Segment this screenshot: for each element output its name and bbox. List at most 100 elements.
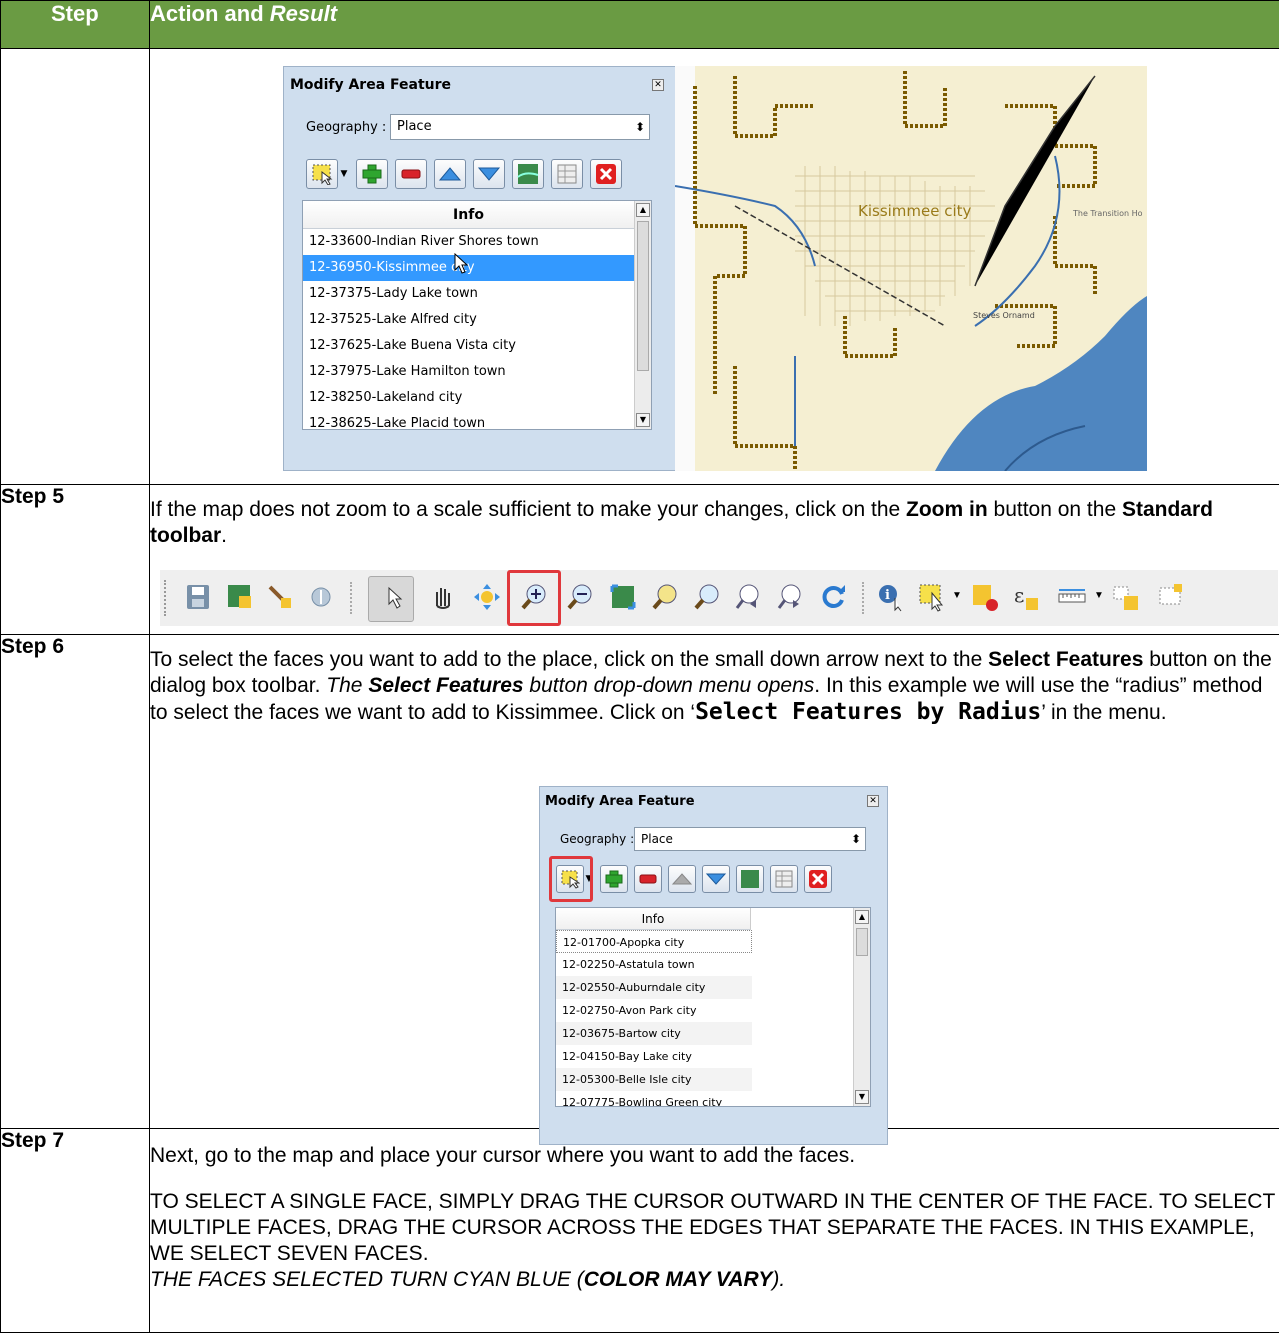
zoom-selection-icon[interactable]: [650, 582, 680, 612]
list-item[interactable]: 12-38625-Lake Placid town: [303, 411, 651, 429]
remove-button[interactable]: [395, 159, 427, 189]
select-dropdown-arrow[interactable]: ▼: [952, 590, 962, 601]
add-feature-icon[interactable]: [1112, 582, 1142, 612]
toolbar-separator: [862, 582, 864, 614]
map-zoom-button[interactable]: [736, 865, 764, 893]
scroll-thumb[interactable]: [856, 928, 868, 956]
measure-dropdown-arrow[interactable]: ▼: [1094, 590, 1104, 601]
toolbar-separator: [350, 582, 352, 614]
brush-icon[interactable]: [265, 582, 295, 612]
place-list[interactable]: Info 12-01700-Apopka city 12-02250-Astat…: [555, 907, 871, 1107]
remove-button[interactable]: [634, 865, 662, 893]
add-button[interactable]: [600, 865, 628, 893]
move-down-button[interactable]: [702, 865, 730, 893]
list-header-info: Info: [556, 908, 751, 930]
add-button[interactable]: [356, 159, 388, 189]
standard-toolbar: i ▼ ε ▼: [160, 570, 1278, 626]
geography-label: Geography :: [306, 120, 387, 135]
list-scrollbar[interactable]: ▲ ▼: [634, 201, 651, 429]
list-item[interactable]: 12-38250-Lakeland city: [303, 385, 651, 411]
expression-icon[interactable]: ε: [1012, 582, 1042, 612]
deselect-icon[interactable]: [970, 582, 1000, 612]
list-item[interactable]: 12-02750-Avon Park city: [556, 999, 870, 1022]
select-dropdown-arrow[interactable]: ▼: [339, 160, 349, 188]
list-header-info: Info: [303, 201, 634, 229]
close-icon[interactable]: ✕: [652, 79, 664, 91]
dialog-title: Modify Area Feature: [290, 77, 452, 93]
select-pointer-button[interactable]: [368, 576, 414, 622]
header-action: Action and Result: [149, 0, 1279, 49]
toolbar-grip: [164, 580, 167, 616]
zoom-next-icon[interactable]: [776, 582, 806, 612]
refresh-icon[interactable]: [818, 582, 848, 612]
svg-text:ε: ε: [1014, 583, 1024, 607]
scroll-down-icon[interactable]: ▼: [855, 1090, 869, 1104]
pan-hand-icon[interactable]: [428, 582, 458, 612]
list-item[interactable]: 12-02550-Auburndale city: [556, 976, 752, 999]
geography-label: Geography :: [560, 832, 635, 846]
list-item[interactable]: 12-37625-Lake Buena Vista city: [303, 333, 651, 359]
map-layer-icon[interactable]: [225, 582, 255, 612]
close-icon[interactable]: ✕: [867, 795, 879, 807]
select-arrow-icon: ⬍: [634, 120, 645, 134]
svg-text:i: i: [885, 588, 890, 603]
pan-to-icon[interactable]: [306, 582, 336, 612]
map-view[interactable]: Kissimmee city The Transition Ho Steves …: [675, 66, 1147, 471]
map-label-kissimmee: Kissimmee city: [858, 202, 972, 220]
zoom-out-icon[interactable]: [565, 582, 595, 612]
scroll-up-icon[interactable]: ▲: [855, 910, 869, 924]
list-item[interactable]: 12-01700-Apopka city: [556, 930, 752, 953]
map-label-transition: The Transition Ho: [1072, 209, 1143, 218]
delete-button[interactable]: [804, 865, 832, 893]
measure-icon[interactable]: [1057, 582, 1087, 612]
zoom-last-icon[interactable]: [734, 582, 764, 612]
modify-area-feature-dialog-2: Modify Area Feature ✕ Geography : Place ⬍…: [539, 786, 888, 1145]
select-arrow-icon: ⬍: [850, 832, 861, 846]
zoom-layer-icon[interactable]: [692, 582, 722, 612]
select-features-highlight: [549, 856, 593, 902]
step7-text: Next, go to the map and place your curso…: [149, 1128, 1279, 1333]
list-item[interactable]: 12-05300-Belle Isle city: [556, 1068, 752, 1091]
zoom-extent-icon[interactable]: [608, 582, 638, 612]
delete-button[interactable]: [590, 159, 622, 189]
dialog-toolbar: ▼: [306, 159, 622, 189]
step-cell-empty: [0, 48, 150, 485]
list-item[interactable]: 12-04150-Bay Lake city: [556, 1045, 870, 1068]
list-scrollbar[interactable]: ▲ ▼: [853, 908, 870, 1106]
zoom-in-icon[interactable]: [519, 582, 549, 612]
list-item[interactable]: 12-07775-Bowling Green city: [556, 1091, 870, 1106]
map-zoom-button[interactable]: [512, 159, 544, 189]
scroll-up-icon[interactable]: ▲: [636, 203, 650, 217]
zoom-full-icon[interactable]: [472, 582, 502, 612]
move-up-button[interactable]: [434, 159, 466, 189]
dialog-title: Modify Area Feature: [545, 794, 695, 809]
header-step: Step: [0, 0, 150, 49]
identify-icon[interactable]: i: [876, 582, 906, 612]
list-item[interactable]: 12-37975-Lake Hamilton town: [303, 359, 651, 385]
move-up-button: [668, 865, 696, 893]
geography-select[interactable]: Place ⬍: [634, 827, 866, 851]
scroll-down-icon[interactable]: ▼: [636, 413, 650, 427]
modify-area-feature-dialog: Modify Area Feature ✕ Geography : Place ⬍…: [283, 66, 676, 471]
new-layer-icon[interactable]: [1156, 582, 1186, 612]
save-icon[interactable]: [183, 582, 213, 612]
list-item[interactable]: 12-02250-Astatula town: [556, 953, 870, 976]
select-features-icon[interactable]: [918, 582, 948, 612]
select-features-button[interactable]: [306, 159, 338, 189]
step6-label: Step 6: [0, 634, 150, 1129]
list-item[interactable]: 12-33600-Indian River Shores town: [303, 229, 651, 255]
dialog-toolbar: ▼: [556, 865, 832, 893]
step7-label: Step 7: [0, 1128, 150, 1333]
select-pointer-icon: [388, 586, 403, 609]
list-item[interactable]: 12-37525-Lake Alfred city: [303, 307, 651, 333]
table-button[interactable]: [770, 865, 798, 893]
step5-label: Step 5: [0, 484, 150, 635]
geography-select[interactable]: Place ⬍: [390, 114, 650, 140]
list-item[interactable]: 12-03675-Bartow city: [556, 1022, 752, 1045]
place-list[interactable]: Info 12-33600-Indian River Shores town 1…: [302, 200, 652, 430]
map-label-steves: Steves Ornamd: [973, 311, 1035, 320]
list-item[interactable]: 12-37375-Lady Lake town: [303, 281, 651, 307]
scroll-thumb[interactable]: [637, 221, 649, 371]
move-down-button[interactable]: [473, 159, 505, 189]
table-button[interactable]: [551, 159, 583, 189]
